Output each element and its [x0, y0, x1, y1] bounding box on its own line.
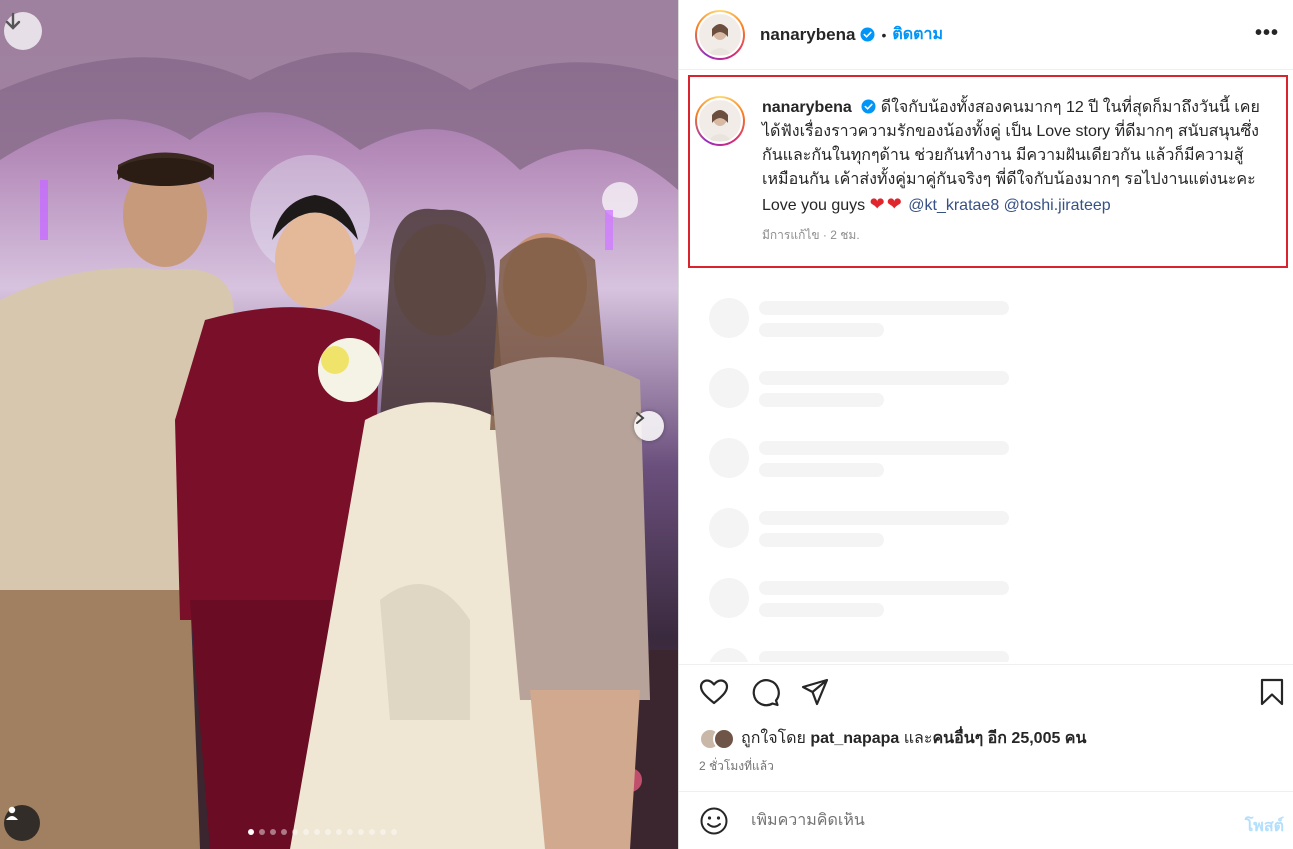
post-photo[interactable]: [0, 0, 678, 849]
avatar[interactable]: [695, 9, 745, 60]
post-header: nanarybena • ติดตาม •••: [679, 0, 1293, 70]
carousel-dot: [391, 829, 397, 835]
comment-skeleton: [709, 578, 1039, 620]
carousel-dot: [336, 829, 342, 835]
liker-username[interactable]: pat_napapa: [810, 730, 899, 747]
likes-prefix: ถูกใจโดย: [741, 730, 811, 747]
comment-bar: โพสต์: [679, 791, 1293, 849]
likes-middle: และ: [899, 730, 933, 747]
mention-link[interactable]: @kt_kratae8: [908, 197, 999, 214]
carousel-dot: [270, 829, 276, 835]
carousel-dot: [259, 829, 265, 835]
carousel-indicator: [248, 829, 397, 835]
comment-input[interactable]: [751, 811, 1211, 830]
photo-scene: [0, 0, 678, 849]
download-button[interactable]: [4, 12, 42, 50]
comment-skeleton: [709, 648, 1039, 662]
heart-emoji-icon: ❤❤: [869, 194, 904, 214]
liker-avatars[interactable]: [699, 727, 735, 750]
likes-text: ถูกใจโดย pat_napapa และคนอื่นๆ อีก 25,00…: [741, 726, 1086, 751]
caption-avatar[interactable]: [695, 96, 745, 146]
heart-icon[interactable]: [699, 677, 729, 707]
post-caption: nanarybena ดีใจกับน้องทั้งสองคนมากๆ 12 ป…: [695, 96, 1275, 247]
caption-meta: มีการแก้ไข · 2 ชม.: [762, 228, 860, 242]
carousel-dot: [292, 829, 298, 835]
chevron-right-icon: [636, 412, 645, 424]
verified-badge-icon: [860, 27, 875, 42]
post-author-username[interactable]: nanarybena: [760, 25, 855, 45]
likes-summary: ถูกใจโดย pat_napapa และคนอื่นๆ อีก 25,00…: [699, 726, 1086, 751]
carousel-dot: [248, 829, 254, 835]
more-options-button[interactable]: •••: [1255, 22, 1279, 45]
mention-link[interactable]: @toshi.jirateep: [1004, 197, 1111, 214]
bookmark-icon[interactable]: [1257, 677, 1287, 707]
likes-count-link[interactable]: คนอื่นๆ อีก 25,005 คน: [932, 730, 1086, 747]
liker-avatar: [713, 727, 735, 750]
user-tag-icon: [6, 806, 18, 820]
comment-skeleton: [709, 508, 1039, 550]
carousel-dot: [358, 829, 364, 835]
avatar-image: [700, 14, 740, 55]
post-detail-panel: nanarybena • ติดตาม ••• nanarybena ดีใจก…: [678, 0, 1293, 849]
carousel-dot: [325, 829, 331, 835]
post-comment-button[interactable]: โพสต์: [1245, 814, 1284, 839]
verified-badge-icon: [861, 99, 876, 114]
post-timestamp[interactable]: 2 ชั่วโมงที่แล้ว: [699, 757, 774, 776]
separator: •: [881, 26, 887, 43]
comment-bubble-icon[interactable]: [750, 677, 780, 707]
comment-skeleton: [709, 438, 1039, 480]
carousel-dot: [303, 829, 309, 835]
comment-skeleton: [709, 298, 1039, 340]
post-action-bar: [679, 664, 1293, 720]
paper-plane-icon[interactable]: [800, 677, 830, 707]
carousel-dot: [281, 829, 287, 835]
tagged-users-button[interactable]: [4, 805, 40, 841]
follow-button[interactable]: ติดตาม: [892, 22, 943, 47]
caption-username[interactable]: nanarybena: [762, 99, 852, 116]
carousel-dot: [347, 829, 353, 835]
carousel-dot: [380, 829, 386, 835]
comment-skeleton: [709, 368, 1039, 410]
carousel-dot: [369, 829, 375, 835]
arrow-down-icon: [5, 12, 21, 30]
next-slide-button[interactable]: [634, 411, 664, 441]
avatar-image: [700, 101, 740, 141]
caption-body: nanarybena ดีใจกับน้องทั้งสองคนมากๆ 12 ป…: [762, 96, 1275, 247]
smiley-icon[interactable]: [699, 806, 729, 836]
carousel-dot: [314, 829, 320, 835]
